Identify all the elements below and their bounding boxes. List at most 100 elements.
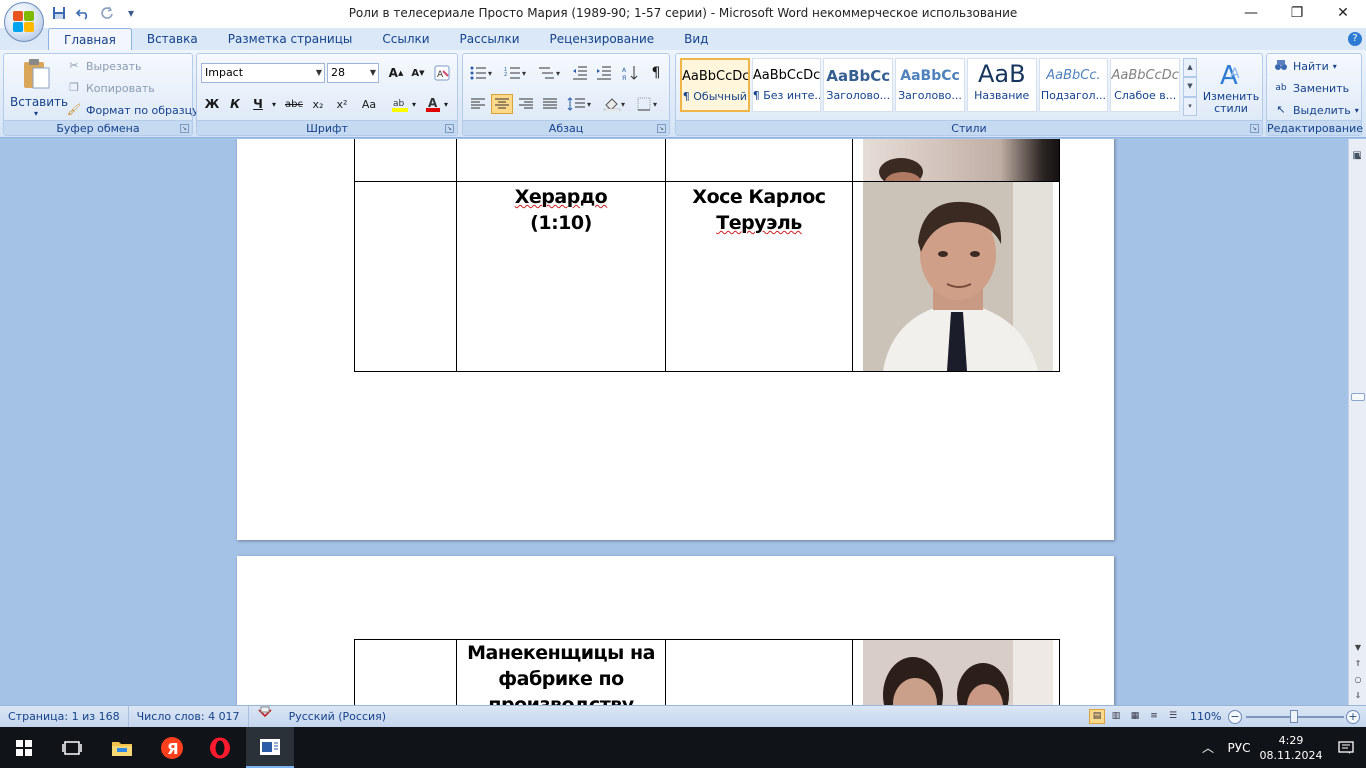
clipboard-launcher-icon[interactable]: ↘: [180, 124, 189, 133]
decrease-indent-icon[interactable]: [569, 63, 591, 83]
ruler-toggle-icon[interactable]: ▣: [1350, 150, 1364, 164]
task-view-icon[interactable]: [48, 727, 96, 768]
paste-button[interactable]: Вставить ▾: [10, 58, 68, 120]
opera-browser-icon[interactable]: [196, 727, 244, 768]
table-cell[interactable]: [354, 139, 457, 182]
proofing-icon[interactable]: [249, 706, 281, 728]
italic-button[interactable]: К: [224, 94, 246, 114]
bold-button[interactable]: Ж: [201, 94, 223, 114]
start-windows-icon[interactable]: [0, 727, 48, 768]
align-left-icon[interactable]: [467, 94, 489, 114]
gallery-up-icon[interactable]: ▲: [1183, 58, 1197, 78]
tab-insert[interactable]: Вставка: [132, 28, 213, 50]
style-subtitle[interactable]: AaBbCc. Подзагол...: [1038, 58, 1109, 112]
browse-object-icon[interactable]: ○: [1351, 673, 1365, 687]
zoom-level[interactable]: 110%: [1190, 706, 1221, 728]
style-heading-1[interactable]: AaBbCc Заголово...: [823, 58, 894, 112]
font-color-icon[interactable]: A: [422, 94, 444, 114]
highlight-dropdown-icon[interactable]: ▾: [410, 94, 418, 114]
document-area[interactable]: Херардо (1:10) Хосе Карлос Теруэль Манек…: [0, 139, 1348, 705]
multilevel-list-icon[interactable]: ▾: [535, 63, 565, 83]
select-button[interactable]: ↖ Выделить ▾: [1273, 100, 1358, 120]
strikethrough-button[interactable]: abc: [283, 94, 305, 114]
find-button[interactable]: Найти ▾: [1273, 56, 1337, 76]
word-taskbar-icon[interactable]: [246, 727, 294, 768]
print-layout-icon[interactable]: ▤: [1089, 709, 1105, 724]
font-launcher-icon[interactable]: ↘: [445, 124, 454, 133]
table-cell[interactable]: [852, 181, 1060, 372]
zoom-slider-thumb[interactable]: [1290, 710, 1298, 723]
sort-icon[interactable]: АЯ: [619, 63, 641, 83]
grow-font-icon[interactable]: A ▲: [385, 63, 407, 83]
table-cell[interactable]: Херардо (1:10): [456, 181, 666, 372]
table-cell[interactable]: [852, 139, 1060, 182]
styles-launcher-icon[interactable]: ↘: [1250, 124, 1259, 133]
redo-icon[interactable]: [98, 4, 116, 22]
change-styles-button[interactable]: AA Изменить стили: [1202, 58, 1260, 116]
format-painter-button[interactable]: 🖌 Формат по образцу: [66, 100, 199, 120]
zoom-in-icon[interactable]: +: [1346, 710, 1360, 724]
clock[interactable]: 4:29 08.11.2024: [1256, 733, 1326, 763]
cut-button[interactable]: ✂ Вырезать: [66, 56, 141, 76]
table-cell[interactable]: [354, 181, 457, 372]
table-cell[interactable]: [665, 139, 853, 182]
table-cell[interactable]: Манекенщицы на фабрике по производству: [456, 639, 666, 705]
replace-button[interactable]: ab Заменить: [1273, 78, 1349, 98]
table-cell[interactable]: [665, 639, 853, 705]
scroll-down-icon[interactable]: ▼: [1351, 641, 1365, 655]
previous-page-icon[interactable]: ⇑: [1351, 657, 1365, 671]
next-page-icon[interactable]: ⇓: [1351, 689, 1365, 703]
tab-references[interactable]: Ссылки: [367, 28, 444, 50]
web-layout-icon[interactable]: ▦: [1127, 709, 1143, 724]
minimize-button[interactable]: —: [1228, 0, 1274, 26]
font-color-dropdown-icon[interactable]: ▾: [442, 94, 450, 114]
font-family-combo[interactable]: Impact ▼: [201, 63, 325, 83]
copy-button[interactable]: ❐ Копировать: [66, 78, 155, 98]
style-title[interactable]: AaB Название: [966, 58, 1037, 112]
borders-icon[interactable]: ▾: [635, 94, 665, 114]
style-no-spacing[interactable]: AaBbCcDc ¶ Без инте...: [751, 58, 822, 112]
tab-review[interactable]: Рецензирование: [535, 28, 670, 50]
table-cell[interactable]: [852, 639, 1060, 705]
maximize-button[interactable]: ❐: [1274, 0, 1320, 26]
gallery-down-icon[interactable]: ▼: [1183, 77, 1197, 97]
line-spacing-icon[interactable]: ▾: [565, 94, 595, 114]
table-cell[interactable]: Хосе Карлос Теруэль: [665, 181, 853, 372]
word-count[interactable]: Число слов: 4 017: [129, 705, 249, 728]
underline-dropdown-icon[interactable]: ▾: [269, 94, 279, 114]
scroll-thumb[interactable]: [1351, 393, 1365, 401]
notifications-icon[interactable]: [1326, 740, 1366, 755]
undo-icon[interactable]: [74, 4, 92, 22]
align-center-icon[interactable]: [491, 94, 513, 114]
numbering-icon[interactable]: 1 2 ▾: [501, 63, 531, 83]
clear-formatting-icon[interactable]: A: [431, 63, 453, 83]
customize-qat-button[interactable]: ▾: [122, 4, 140, 22]
zoom-out-icon[interactable]: −: [1228, 710, 1242, 724]
shading-icon[interactable]: ▾: [601, 94, 631, 114]
align-right-icon[interactable]: [515, 94, 537, 114]
tab-page-layout[interactable]: Разметка страницы: [213, 28, 368, 50]
save-icon[interactable]: [50, 4, 68, 22]
style-normal[interactable]: AaBbCcDc ¶ Обычный: [680, 58, 750, 112]
highlight-icon[interactable]: ab: [389, 94, 411, 114]
bullets-icon[interactable]: ▾: [467, 63, 497, 83]
tab-home[interactable]: Главная: [48, 28, 132, 50]
superscript-button[interactable]: x²: [331, 94, 353, 114]
yandex-browser-icon[interactable]: Я: [148, 727, 196, 768]
increase-indent-icon[interactable]: [593, 63, 615, 83]
subscript-button[interactable]: x₂: [307, 94, 329, 114]
vertical-scrollbar[interactable]: ▲ ▼ ⇑ ○ ⇓: [1348, 139, 1366, 705]
change-case-button[interactable]: Aa: [355, 94, 383, 114]
tab-mailings[interactable]: Рассылки: [445, 28, 535, 50]
page-count[interactable]: Страница: 1 из 168: [0, 705, 129, 728]
style-heading-2[interactable]: AaBbCc Заголово...: [895, 58, 965, 112]
shrink-font-icon[interactable]: A ▼: [407, 63, 429, 83]
table-cell[interactable]: [456, 139, 666, 182]
paragraph-launcher-icon[interactable]: ↘: [657, 124, 666, 133]
underline-button[interactable]: Ч: [247, 94, 269, 114]
input-language[interactable]: РУС: [1222, 741, 1256, 755]
language-indicator[interactable]: Русский (Россия): [281, 706, 395, 728]
tab-view[interactable]: Вид: [669, 28, 723, 50]
gallery-more-icon[interactable]: ▾: [1183, 96, 1197, 116]
justify-icon[interactable]: [539, 94, 561, 114]
